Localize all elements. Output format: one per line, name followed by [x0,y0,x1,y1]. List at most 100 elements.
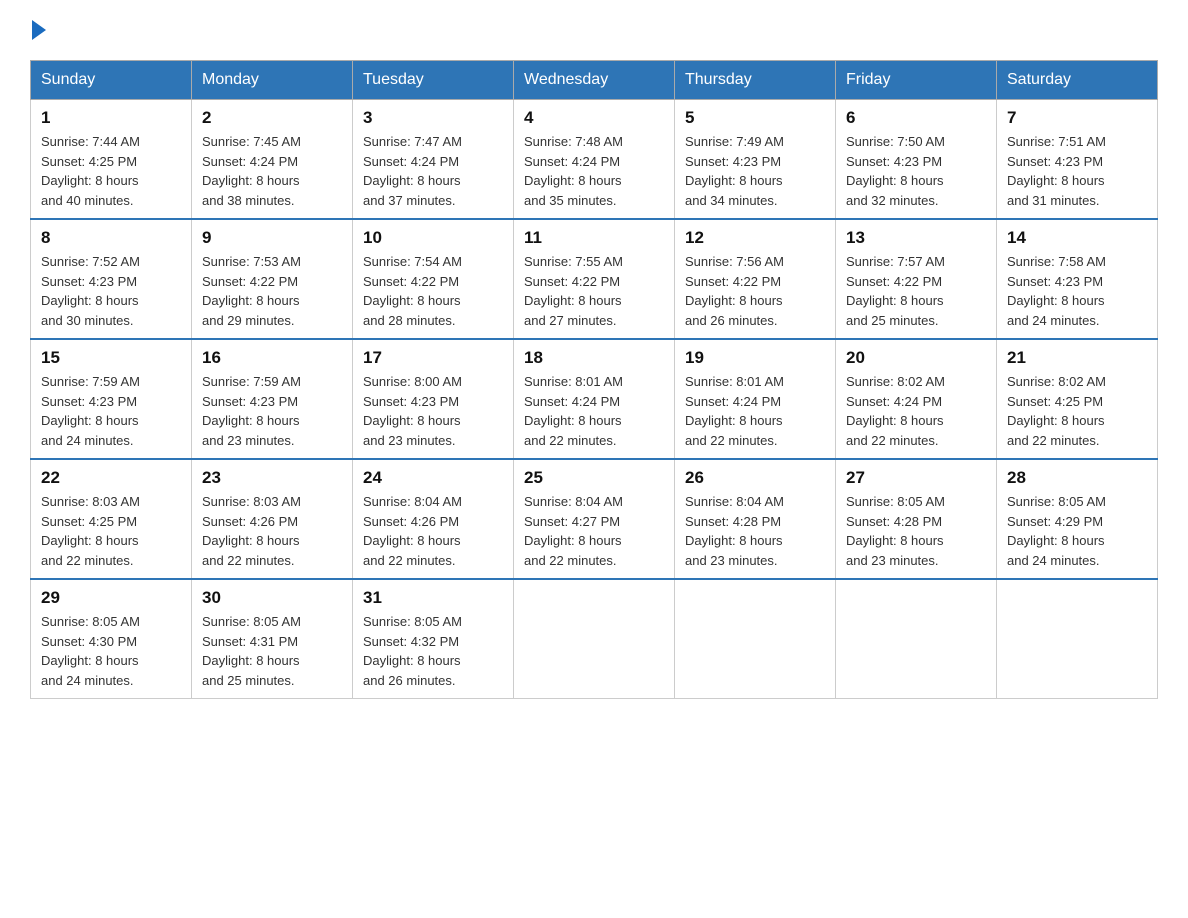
day-number: 27 [846,468,986,488]
day-number: 9 [202,228,342,248]
day-number: 26 [685,468,825,488]
day-info: Sunrise: 8:04 AMSunset: 4:27 PMDaylight:… [524,492,664,570]
day-number: 24 [363,468,503,488]
calendar-cell [836,579,997,699]
column-header-monday: Monday [192,61,353,100]
column-header-tuesday: Tuesday [353,61,514,100]
calendar-cell: 28Sunrise: 8:05 AMSunset: 4:29 PMDayligh… [997,459,1158,579]
calendar-cell: 31 Sunrise: 8:05 AMSunset: 4:32 PMDayligh… [353,579,514,699]
day-info: Sunrise: 8:05 AMSunset: 4:32 PMDaylight:… [363,612,503,690]
day-number: 3 [363,108,503,128]
column-header-saturday: Saturday [997,61,1158,100]
calendar-cell: 25 Sunrise: 8:04 AMSunset: 4:27 PMDayligh… [514,459,675,579]
day-info: Sunrise: 7:53 AMSunset: 4:22 PMDaylight:… [202,252,342,330]
day-info: Sunrise: 8:04 AMSunset: 4:26 PMDaylight:… [363,492,503,570]
calendar-cell: 4 Sunrise: 7:48 AMSunset: 4:24 PMDaylight… [514,100,675,220]
calendar-week-row: 22 Sunrise: 8:03 AMSunset: 4:25 PMDayligh… [31,459,1158,579]
day-number: 10 [363,228,503,248]
day-number: 25 [524,468,664,488]
day-info: Sunrise: 7:48 AMSunset: 4:24 PMDaylight:… [524,132,664,210]
day-number: 7 [1007,108,1147,128]
column-header-sunday: Sunday [31,61,192,100]
day-info: Sunrise: 8:02 AMSunset: 4:24 PMDaylight:… [846,372,986,450]
day-info: Sunrise: 8:05 AMSunset: 4:28 PMDaylight:… [846,492,986,570]
day-number: 18 [524,348,664,368]
day-number: 4 [524,108,664,128]
day-info: Sunrise: 7:51 AMSunset: 4:23 PMDaylight:… [1007,132,1147,210]
calendar-cell: 18 Sunrise: 8:01 AMSunset: 4:24 PMDayligh… [514,339,675,459]
day-number: 8 [41,228,181,248]
calendar-cell: 19 Sunrise: 8:01 AMSunset: 4:24 PMDayligh… [675,339,836,459]
calendar-cell: 6 Sunrise: 7:50 AMSunset: 4:23 PMDaylight… [836,100,997,220]
day-number: 19 [685,348,825,368]
day-info: Sunrise: 8:00 AMSunset: 4:23 PMDaylight:… [363,372,503,450]
calendar-cell: 20 Sunrise: 8:02 AMSunset: 4:24 PMDayligh… [836,339,997,459]
day-number: 13 [846,228,986,248]
calendar-cell: 23Sunrise: 8:03 AMSunset: 4:26 PMDayligh… [192,459,353,579]
day-info: Sunrise: 8:03 AMSunset: 4:25 PMDaylight:… [41,492,181,570]
day-number: 15 [41,348,181,368]
day-number: 29 [41,588,181,608]
day-info: Sunrise: 8:05 AMSunset: 4:29 PMDaylight:… [1007,492,1147,570]
calendar-cell: 14Sunrise: 7:58 AMSunset: 4:23 PMDayligh… [997,219,1158,339]
column-header-friday: Friday [836,61,997,100]
calendar-cell: 13 Sunrise: 7:57 AMSunset: 4:22 PMDayligh… [836,219,997,339]
calendar-cell: 7 Sunrise: 7:51 AMSunset: 4:23 PMDaylight… [997,100,1158,220]
calendar-cell: 1 Sunrise: 7:44 AMSunset: 4:25 PMDaylight… [31,100,192,220]
column-header-thursday: Thursday [675,61,836,100]
column-header-wednesday: Wednesday [514,61,675,100]
calendar-cell [997,579,1158,699]
day-info: Sunrise: 8:01 AMSunset: 4:24 PMDaylight:… [685,372,825,450]
calendar-cell: 24 Sunrise: 8:04 AMSunset: 4:26 PMDayligh… [353,459,514,579]
day-number: 14 [1007,228,1147,248]
day-number: 2 [202,108,342,128]
day-number: 6 [846,108,986,128]
calendar-cell [514,579,675,699]
calendar-table: SundayMondayTuesdayWednesdayThursdayFrid… [30,60,1158,699]
calendar-week-row: 15Sunrise: 7:59 AMSunset: 4:23 PMDayligh… [31,339,1158,459]
day-info: Sunrise: 7:52 AMSunset: 4:23 PMDaylight:… [41,252,181,330]
calendar-week-row: 8 Sunrise: 7:52 AMSunset: 4:23 PMDaylight… [31,219,1158,339]
day-info: Sunrise: 8:05 AMSunset: 4:30 PMDaylight:… [41,612,181,690]
calendar-week-row: 1 Sunrise: 7:44 AMSunset: 4:25 PMDaylight… [31,100,1158,220]
day-info: Sunrise: 8:03 AMSunset: 4:26 PMDaylight:… [202,492,342,570]
calendar-cell [675,579,836,699]
calendar-cell: 11 Sunrise: 7:55 AMSunset: 4:22 PMDayligh… [514,219,675,339]
day-number: 5 [685,108,825,128]
day-number: 11 [524,228,664,248]
day-number: 31 [363,588,503,608]
day-number: 17 [363,348,503,368]
calendar-cell: 27 Sunrise: 8:05 AMSunset: 4:28 PMDayligh… [836,459,997,579]
day-number: 22 [41,468,181,488]
calendar-week-row: 29 Sunrise: 8:05 AMSunset: 4:30 PMDayligh… [31,579,1158,699]
day-number: 1 [41,108,181,128]
calendar-header-row: SundayMondayTuesdayWednesdayThursdayFrid… [31,61,1158,100]
day-number: 12 [685,228,825,248]
day-number: 16 [202,348,342,368]
day-info: Sunrise: 8:02 AMSunset: 4:25 PMDaylight:… [1007,372,1147,450]
day-info: Sunrise: 8:04 AMSunset: 4:28 PMDaylight:… [685,492,825,570]
day-info: Sunrise: 7:49 AMSunset: 4:23 PMDaylight:… [685,132,825,210]
calendar-cell: 22 Sunrise: 8:03 AMSunset: 4:25 PMDayligh… [31,459,192,579]
calendar-cell: 9 Sunrise: 7:53 AMSunset: 4:22 PMDaylight… [192,219,353,339]
calendar-cell: 30Sunrise: 8:05 AMSunset: 4:31 PMDayligh… [192,579,353,699]
logo [30,20,48,40]
day-info: Sunrise: 7:55 AMSunset: 4:22 PMDaylight:… [524,252,664,330]
page-header [30,20,1158,40]
day-info: Sunrise: 7:44 AMSunset: 4:25 PMDaylight:… [41,132,181,210]
day-info: Sunrise: 8:01 AMSunset: 4:24 PMDaylight:… [524,372,664,450]
logo-triangle-icon [32,20,46,40]
day-number: 20 [846,348,986,368]
day-number: 21 [1007,348,1147,368]
calendar-cell: 2Sunrise: 7:45 AMSunset: 4:24 PMDaylight… [192,100,353,220]
day-info: Sunrise: 7:56 AMSunset: 4:22 PMDaylight:… [685,252,825,330]
calendar-cell: 17 Sunrise: 8:00 AMSunset: 4:23 PMDayligh… [353,339,514,459]
day-info: Sunrise: 7:54 AMSunset: 4:22 PMDaylight:… [363,252,503,330]
day-info: Sunrise: 7:57 AMSunset: 4:22 PMDaylight:… [846,252,986,330]
calendar-cell: 12 Sunrise: 7:56 AMSunset: 4:22 PMDayligh… [675,219,836,339]
day-info: Sunrise: 7:50 AMSunset: 4:23 PMDaylight:… [846,132,986,210]
calendar-cell: 5 Sunrise: 7:49 AMSunset: 4:23 PMDaylight… [675,100,836,220]
calendar-cell: 16Sunrise: 7:59 AMSunset: 4:23 PMDayligh… [192,339,353,459]
calendar-cell: 10 Sunrise: 7:54 AMSunset: 4:22 PMDayligh… [353,219,514,339]
calendar-cell: 29 Sunrise: 8:05 AMSunset: 4:30 PMDayligh… [31,579,192,699]
